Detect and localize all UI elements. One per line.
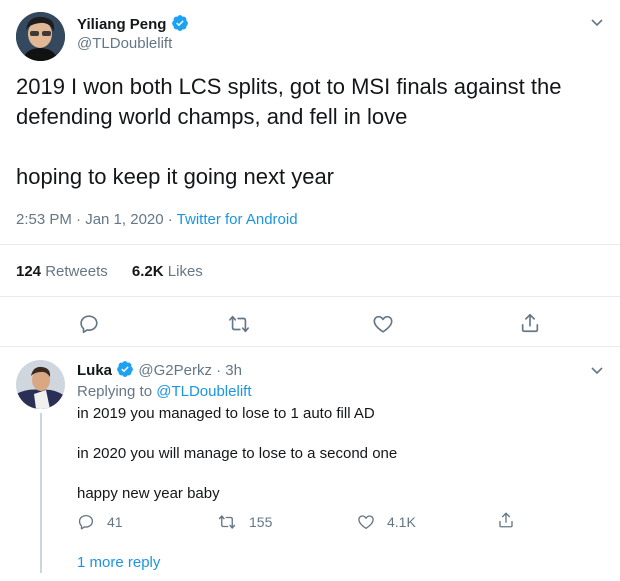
reply-author-avatar[interactable]: [16, 360, 65, 409]
author-handle[interactable]: @TLDoublelift: [77, 34, 189, 54]
tweet-meta: 2:53 PM · Jan 1, 2020 · Twitter for Andr…: [16, 210, 298, 230]
tweet-stats: 124 Retweets 6.2K Likes: [16, 262, 203, 282]
reply-text-line: in 2020 you will manage to lose to a sec…: [77, 445, 398, 462]
reply-text-line: in 2019 you managed to lose to 1 auto fi…: [77, 405, 375, 422]
chevron-down-icon[interactable]: [589, 362, 605, 378]
divider: [0, 346, 620, 347]
share-icon[interactable]: [519, 312, 541, 334]
retweet-action[interactable]: 155: [217, 511, 272, 533]
retweet-icon[interactable]: [227, 313, 251, 335]
divider: [0, 296, 620, 297]
share-icon[interactable]: [497, 511, 515, 529]
reply-count: 41: [107, 514, 123, 530]
retweets-count: 124: [16, 263, 42, 280]
reply-author-handle[interactable]: @G2Perkz: [138, 362, 212, 379]
likes-label: Likes: [167, 263, 203, 280]
reply-author-name[interactable]: Luka: [77, 362, 112, 379]
chevron-down-icon[interactable]: [589, 14, 605, 30]
tweet-text: 2019 I won both LCS splits, got to MSI f…: [16, 72, 616, 192]
source-link[interactable]: Twitter for Android: [177, 211, 298, 228]
tweet-text-line: hoping to keep it going next year: [16, 164, 335, 189]
reply-text-line: happy new year baby: [77, 485, 220, 502]
timestamp[interactable]: 2:53 PM · Jan 1, 2020: [16, 211, 164, 228]
reply-action[interactable]: 41: [77, 511, 123, 533]
like-count: 4.1K: [387, 514, 416, 530]
more-replies-link[interactable]: 1 more reply: [77, 553, 160, 573]
verified-icon: [171, 14, 189, 38]
retweet-count: 155: [249, 514, 273, 530]
like-icon[interactable]: [372, 313, 394, 335]
retweets-label: Retweets: [45, 263, 108, 280]
retweet-icon: [217, 513, 237, 531]
replying-to: Replying to @TLDoublelift: [77, 382, 252, 402]
meta-separator: ·: [163, 211, 177, 228]
reply-time[interactable]: · 3h: [212, 362, 242, 379]
thread-line: [40, 413, 42, 573]
reply-icon: [77, 513, 95, 531]
like-icon: [357, 513, 375, 531]
divider: [0, 244, 620, 245]
author-block: Yiliang Peng @TLDoublelift: [77, 14, 189, 54]
tweet-text-line: defending world champs, and fell in love: [16, 104, 408, 129]
retweets-stat[interactable]: 124 Retweets: [16, 263, 112, 280]
reply-icon[interactable]: [78, 313, 100, 335]
likes-stat[interactable]: 6.2K Likes: [132, 263, 203, 280]
like-action[interactable]: 4.1K: [357, 511, 416, 533]
replying-to-link[interactable]: @TLDoublelift: [156, 383, 251, 400]
tweet-text-line: 2019 I won both LCS splits, got to MSI f…: [16, 74, 562, 99]
author-avatar[interactable]: [16, 12, 65, 61]
reply-header: Luka @G2Perkz · 3h: [77, 360, 242, 380]
replying-prefix: Replying to: [77, 383, 157, 400]
verified-icon: [116, 360, 134, 384]
likes-count: 6.2K: [131, 263, 164, 280]
reply-text: in 2019 you managed to lose to 1 auto fi…: [77, 404, 607, 504]
author-name[interactable]: Yiliang Peng: [77, 16, 166, 33]
